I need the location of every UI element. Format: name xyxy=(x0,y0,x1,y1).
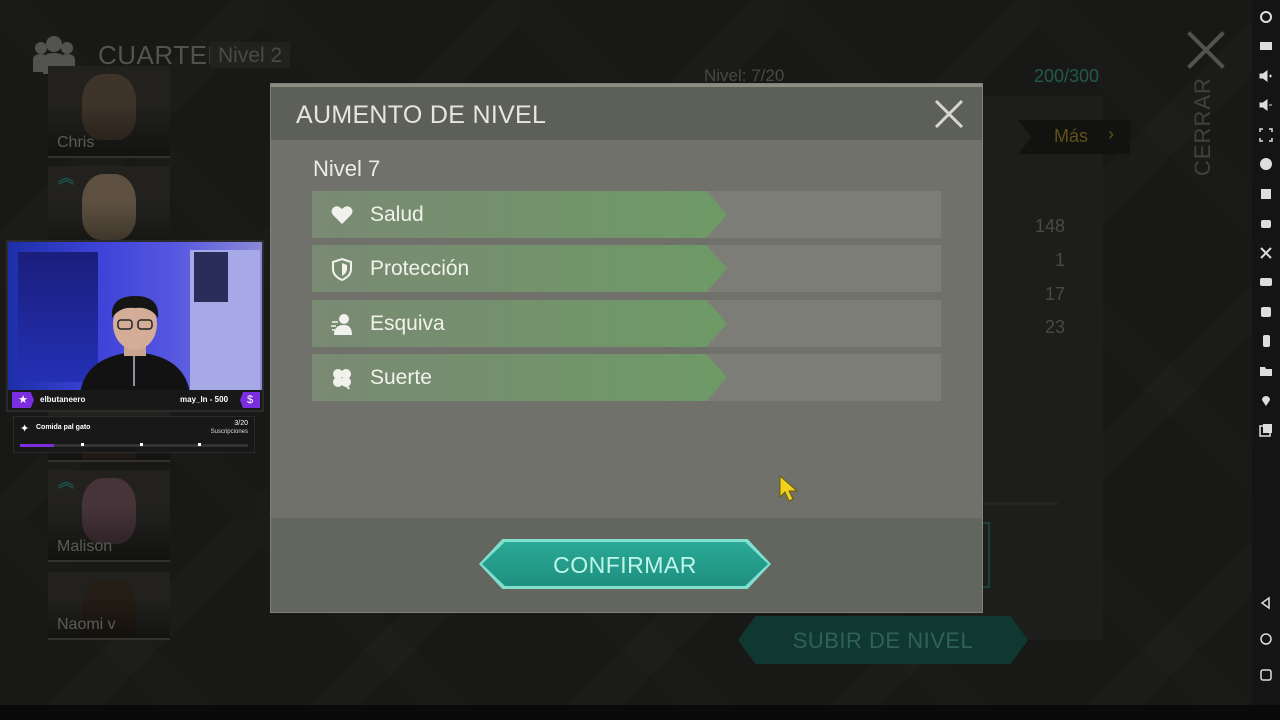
robot-icon[interactable] xyxy=(1259,216,1273,230)
keyboard-icon[interactable] xyxy=(1259,39,1273,53)
dialog-header: AUMENTO DE NIVEL xyxy=(271,84,982,140)
screenshot-icon[interactable] xyxy=(1259,305,1273,319)
stat-label: Protección xyxy=(370,257,470,280)
emulator-toolbar xyxy=(1252,0,1280,705)
folder-icon[interactable] xyxy=(1259,364,1273,378)
scissors-icon[interactable] xyxy=(1259,246,1273,260)
stat-row-health: Salud xyxy=(312,191,941,238)
record-icon[interactable] xyxy=(1259,275,1273,289)
install-icon[interactable] xyxy=(1259,187,1273,201)
mouse-cursor-icon xyxy=(779,475,799,502)
dodge-icon xyxy=(331,314,352,335)
fullscreen-icon[interactable] xyxy=(1259,128,1273,142)
confirm-button-label: CONFIRMAR xyxy=(553,552,697,578)
clover-icon xyxy=(333,369,351,390)
new-level-label: Nivel 7 xyxy=(313,156,381,181)
goal-unit: Suscripciones xyxy=(210,429,248,435)
streamer-username: elbutaneero xyxy=(40,395,86,404)
close-icon[interactable] xyxy=(933,98,965,130)
stat-row-protection: Protección xyxy=(312,245,941,292)
dollar-icon: $ xyxy=(240,392,260,408)
stat-label: Salud xyxy=(370,203,424,226)
goal-count: 3/20 xyxy=(234,420,248,427)
star-icon: ★ xyxy=(12,392,34,408)
home-icon[interactable] xyxy=(1259,632,1273,646)
multi-instance-icon[interactable] xyxy=(1259,423,1273,437)
streamer-avatar xyxy=(80,296,190,394)
goal-progress-track xyxy=(20,443,248,447)
shield-icon xyxy=(332,257,352,281)
stat-label: Esquiva xyxy=(370,312,445,335)
phone-icon[interactable] xyxy=(1259,334,1273,348)
goal-progress-fill xyxy=(20,444,55,447)
volume-down-icon[interactable] xyxy=(1259,98,1273,112)
recents-icon[interactable] xyxy=(1259,668,1273,682)
dialog-title: AUMENTO DE NIVEL xyxy=(296,101,547,129)
latest-donation: may_ln - 500 xyxy=(180,395,229,404)
stat-row-luck: Suerte xyxy=(312,354,941,401)
back-icon[interactable] xyxy=(1259,596,1273,610)
goal-name: Comida pal gato xyxy=(36,424,91,431)
stat-row-dodge: Esquiva xyxy=(312,300,941,347)
level-up-dialog: AUMENTO DE NIVEL Nivel 7 Salud Protecció… xyxy=(271,84,982,612)
confirm-button[interactable]: CONFIRMAR xyxy=(479,539,771,589)
subscription-goal: ✦ Comida pal gato 3/20 Suscripciones xyxy=(13,416,255,453)
settings-icon[interactable] xyxy=(1259,10,1273,24)
stat-label: Suerte xyxy=(370,366,432,389)
bottom-edge xyxy=(0,705,1280,720)
location-icon[interactable] xyxy=(1259,393,1273,407)
sparkle-icon: ✦ xyxy=(20,423,30,435)
volume-up-icon[interactable] xyxy=(1259,69,1273,83)
heart-icon xyxy=(331,206,353,224)
lock-icon[interactable] xyxy=(1259,157,1273,171)
webcam-overlay: ★ elbutaneero may_ln - 500 $ xyxy=(6,240,264,412)
